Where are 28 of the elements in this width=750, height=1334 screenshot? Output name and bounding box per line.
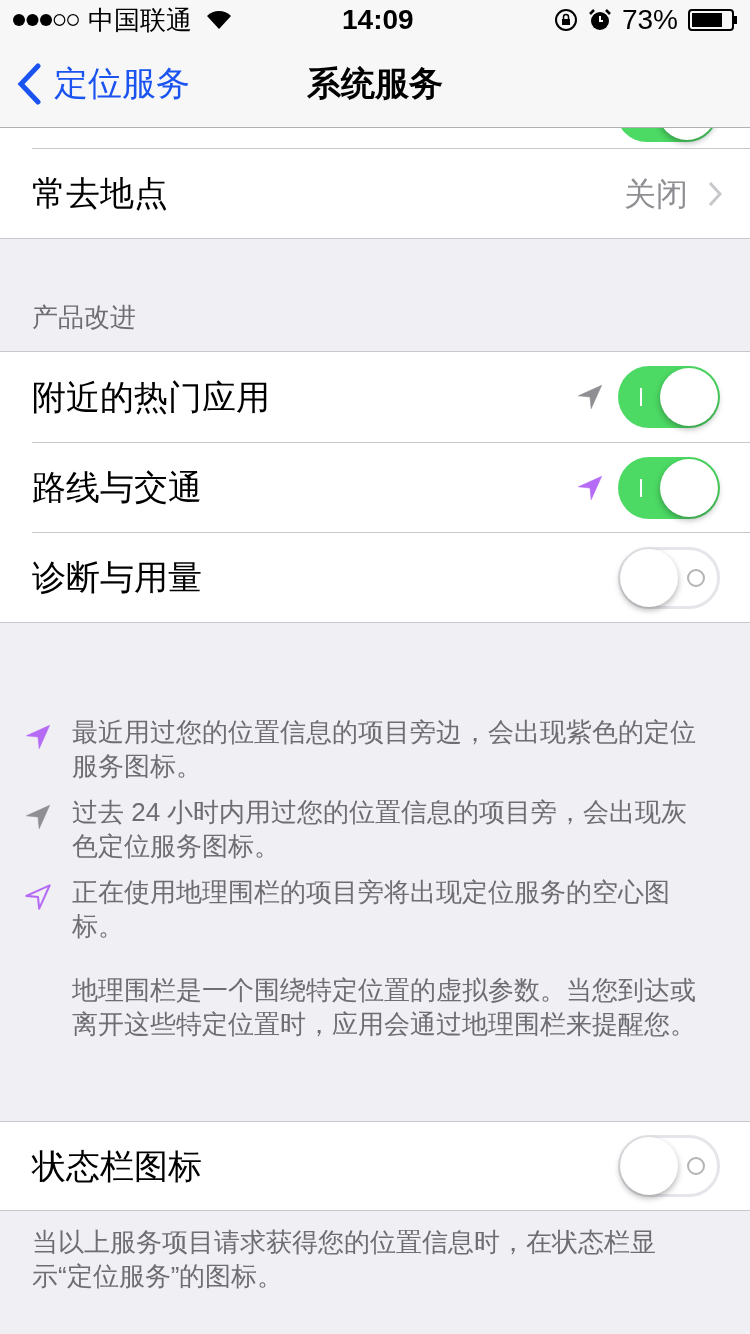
section-header: 产品改进 (32, 301, 136, 334)
back-button[interactable]: 定位服务 (0, 58, 190, 109)
toggle-switch[interactable] (618, 1135, 720, 1197)
back-chevron-icon (16, 62, 42, 105)
row-label: 路线与交通 (32, 467, 202, 508)
toggle-switch[interactable] (618, 546, 720, 609)
wifi-icon (206, 10, 232, 30)
row-label: 常去地点 (32, 173, 168, 214)
toggle-switch[interactable] (618, 456, 720, 519)
toggle-switch[interactable] (618, 366, 720, 428)
signal-strength-icon (12, 13, 80, 27)
rotation-lock-icon (553, 8, 578, 32)
row-label: 附近的热门应用 (32, 376, 270, 418)
row-label: 诊断与用量 (32, 557, 202, 598)
carrier-name: 中国联通 (88, 3, 192, 37)
alarm-clock-icon (587, 8, 612, 32)
legend-text: 过去 24 小时内用过您的位置信息的项目旁，会出现灰色定位服务图标。 (72, 796, 689, 863)
chevron-right-icon (708, 180, 722, 207)
row-label: 状态栏图标 (32, 1145, 202, 1187)
clock-time: 14:09 (342, 3, 414, 37)
geofence-note: 地理围栏是一个围绕特定位置的虚拟参数。当您到达或离开这些特定位置时，应用会通过地理围栏来提醒您。 (72, 974, 697, 1041)
legend-text: 正在使用地理围栏的项目旁将出现定位服务的空心图标。 (72, 876, 671, 943)
battery-percentage: 73% (621, 3, 678, 37)
battery-icon (688, 9, 738, 31)
row-value: 关闭 (624, 174, 688, 214)
page-title: 系统服务 (307, 63, 443, 104)
footer-note: 当以上服务项目请求获得您的位置信息时，在状态栏显示“定位服务”的图标。 (31, 1226, 657, 1293)
legend-text: 最近用过您的位置信息的项目旁边，会出现紫色的定位服务图标。 (72, 716, 697, 783)
